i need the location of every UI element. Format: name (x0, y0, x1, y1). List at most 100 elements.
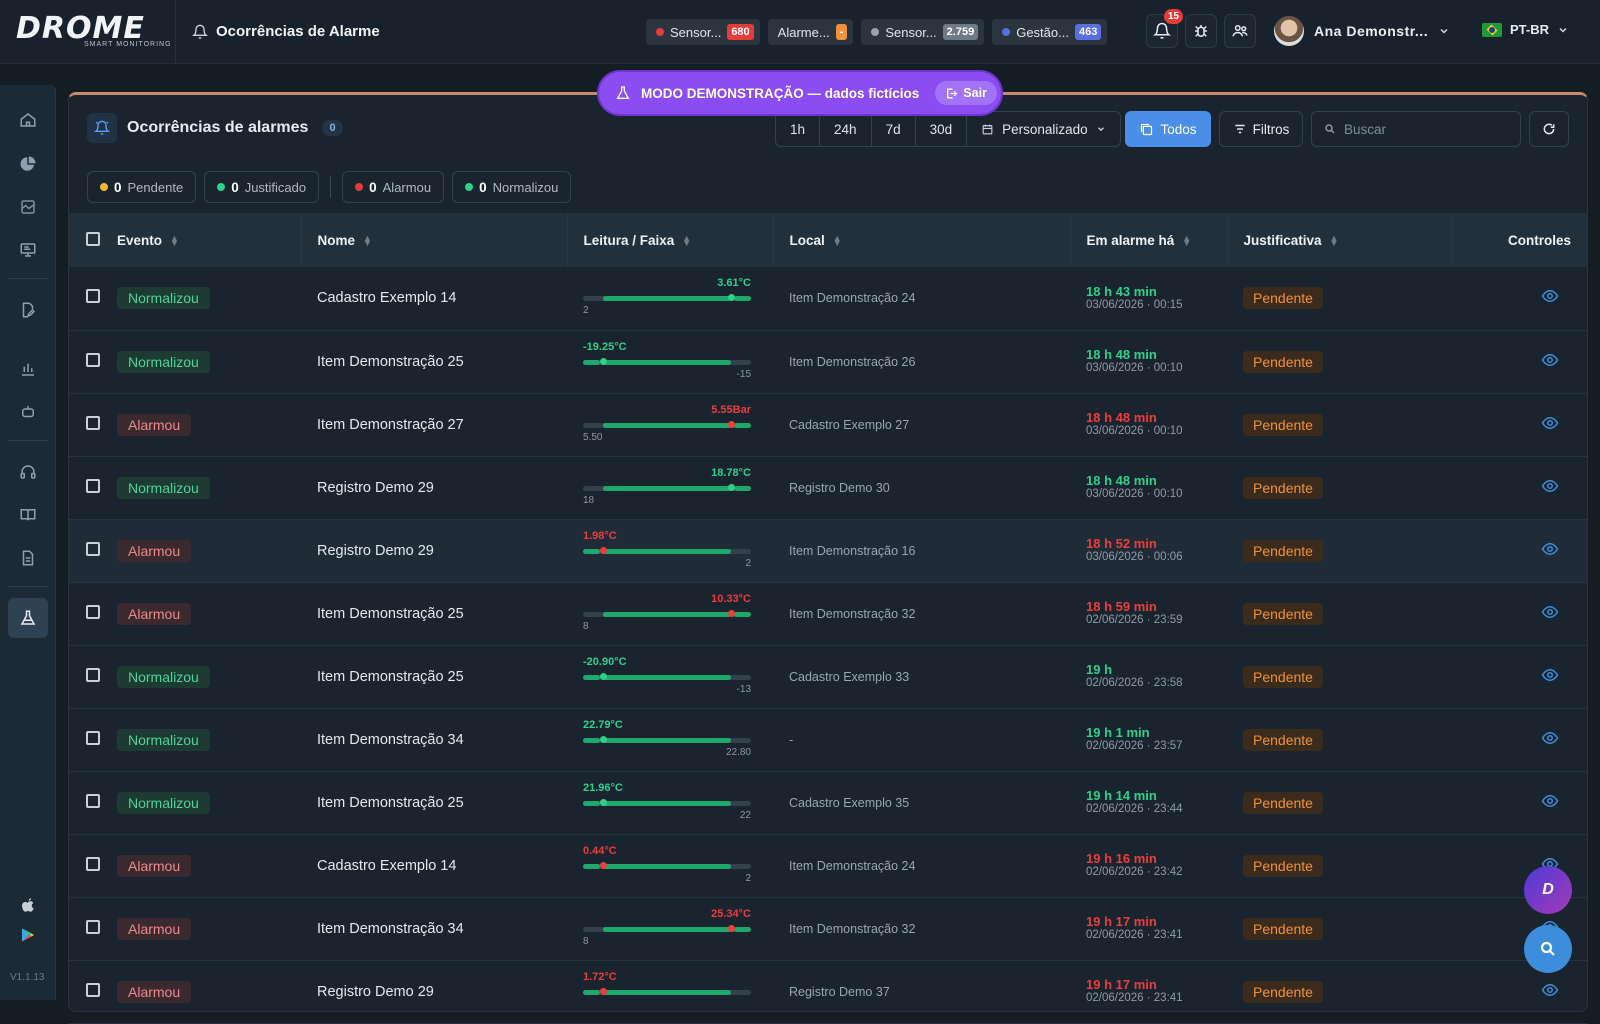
range-30d[interactable]: 30d (916, 112, 968, 146)
table-row[interactable]: Alarmou Item Demonstração 34 25.34°C 8 I… (69, 897, 1587, 960)
search-icon (1325, 124, 1335, 134)
col-duration[interactable]: Em alarme há ▲ ▼ (1070, 213, 1228, 267)
row-checkbox[interactable] (86, 289, 100, 304)
view-eye-icon[interactable] (1541, 287, 1559, 305)
range-custom[interactable]: Personalizado (967, 112, 1120, 146)
users-button[interactable] (1224, 14, 1256, 48)
col-location[interactable]: Local ▲ ▼ (773, 213, 1071, 267)
stat-pending[interactable]: 0 Pendente (87, 171, 197, 203)
table-row[interactable]: Normalizou Item Demonstração 25 -19.25°C… (69, 330, 1587, 393)
range-7d[interactable]: 7d (872, 112, 916, 146)
col-justification[interactable]: Justificativa ▲ ▼ (1227, 213, 1453, 267)
select-all-checkbox[interactable] (86, 231, 100, 246)
chip-sensor-total[interactable]: Sensor... 2.759 (861, 19, 985, 45)
justification-badge[interactable]: Pendente (1243, 980, 1323, 1003)
sidebar-item-support[interactable] (8, 452, 48, 492)
language-selector[interactable]: PT-BR (1482, 22, 1569, 37)
row-checkbox[interactable] (86, 415, 100, 430)
sidebar-item-map[interactable] (8, 187, 48, 227)
range-24h[interactable]: 24h (820, 112, 872, 146)
view-eye-icon[interactable] (1541, 540, 1559, 558)
justification-badge[interactable]: Pendente (1243, 728, 1323, 751)
bar-chart-icon (22, 363, 34, 376)
sidebar-item-dashboard[interactable] (8, 144, 48, 184)
stat-justified[interactable]: 0 Justificado (204, 171, 320, 203)
view-eye-icon[interactable] (1541, 414, 1559, 432)
justification-badge[interactable]: Pendente (1243, 413, 1323, 436)
table-row[interactable]: Alarmou Item Demonstração 25 10.33°C 8 I… (69, 582, 1587, 645)
row-checkbox[interactable] (86, 478, 100, 493)
chip-sensor-offline[interactable]: Sensor... 680 (646, 19, 760, 45)
alarm-occurrences-panel: Ocorrências de alarmes 0 1h 24h 7d 30d P… (68, 92, 1588, 1023)
col-event[interactable]: Evento ▲ ▼ (117, 213, 302, 267)
col-name[interactable]: Nome ▲ ▼ (301, 213, 568, 267)
justification-badge[interactable]: Pendente (1243, 539, 1323, 562)
table-row[interactable]: Alarmou Registro Demo 29 1.98°C 2 Item D… (69, 519, 1587, 582)
table-row[interactable]: Normalizou Registro Demo 29 18.78°C 18 R… (69, 456, 1587, 519)
notifications-button[interactable]: 15 (1146, 9, 1183, 48)
view-eye-icon[interactable] (1541, 981, 1559, 999)
sidebar-item-monitor[interactable] (8, 230, 48, 270)
table-row[interactable]: Normalizou Item Demonstração 34 22.79°C … (69, 708, 1587, 771)
sidebar-item-demo[interactable] (8, 598, 48, 638)
view-eye-icon[interactable] (1541, 477, 1559, 495)
refresh-button[interactable] (1529, 111, 1569, 147)
row-checkbox[interactable] (86, 352, 100, 367)
row-checkbox[interactable] (86, 730, 100, 745)
justification-badge[interactable]: Pendente (1243, 791, 1323, 814)
row-checkbox[interactable] (86, 919, 100, 934)
stat-dot (355, 183, 364, 191)
view-eye-icon[interactable] (1541, 351, 1559, 369)
col-reading[interactable]: Leitura / Faixa ▲ ▼ (567, 213, 774, 267)
stat-alarmed[interactable]: 0 Alarmou (342, 171, 445, 203)
table-row[interactable]: Alarmou Cadastro Exemplo 14 0.44°C 2 Ite… (69, 834, 1587, 897)
range-1h[interactable]: 1h (776, 112, 821, 146)
sidebar-item-android[interactable] (8, 915, 48, 955)
sidebar-item-edit[interactable] (8, 290, 48, 330)
sidebar-item-files[interactable] (8, 538, 48, 578)
table-row[interactable]: Normalizou Item Demonstração 25 21.96°C … (69, 771, 1587, 834)
justification-badge[interactable]: Pendente (1243, 350, 1323, 373)
row-checkbox[interactable] (86, 541, 100, 556)
stat-normalized[interactable]: 0 Normalizou (452, 171, 572, 203)
chip-label: Gestão... (1016, 24, 1069, 40)
sidebar-item-docs[interactable] (8, 495, 48, 535)
view-eye-icon[interactable] (1541, 792, 1559, 810)
justification-badge[interactable]: Pendente (1243, 665, 1323, 688)
bug-report-button[interactable] (1185, 14, 1217, 48)
sidebar-item-automation[interactable] (8, 392, 48, 432)
table-row[interactable]: Alarmou Registro Demo 29 1.72°C Registro… (69, 960, 1587, 1023)
justification-badge[interactable]: Pendente (1243, 287, 1323, 310)
view-eye-icon[interactable] (1541, 666, 1559, 684)
logo[interactable]: DROME SMART MONITORING (0, 0, 176, 64)
sidebar-item-reports[interactable] (8, 349, 48, 389)
justification-badge[interactable]: Pendente (1243, 854, 1323, 877)
user-menu[interactable]: Ana Demonstr... (1274, 16, 1450, 46)
filters-button[interactable]: Filtros (1219, 111, 1303, 147)
row-checkbox[interactable] (86, 982, 100, 997)
all-button[interactable]: Todos (1125, 111, 1211, 147)
justification-badge[interactable]: Pendente (1243, 476, 1323, 499)
view-eye-icon[interactable] (1541, 729, 1559, 747)
reading-cell: -19.25°C -15 (567, 330, 773, 393)
assistant-button[interactable]: D (1524, 866, 1572, 914)
reading-gauge: 0.44°C 2 (583, 843, 751, 889)
chip-gestao[interactable]: Gestão... 463 (992, 19, 1108, 45)
search-input[interactable] (1344, 121, 1504, 137)
justification-badge[interactable]: Pendente (1243, 917, 1323, 940)
table-row[interactable]: Normalizou Item Demonstração 25 -20.90°C… (69, 645, 1587, 708)
justification-badge[interactable]: Pendente (1243, 602, 1323, 625)
item-name: Item Demonstração 25 (317, 353, 464, 370)
table-row[interactable]: Normalizou Cadastro Exemplo 14 3.61°C 2 … (69, 267, 1587, 330)
panel-title: Ocorrências de alarmes 0 (87, 113, 343, 143)
sidebar-item-home[interactable] (8, 100, 48, 140)
row-checkbox[interactable] (86, 856, 100, 871)
row-checkbox[interactable] (86, 667, 100, 682)
row-checkbox[interactable] (86, 793, 100, 808)
exit-demo-button[interactable]: Sair (935, 81, 997, 105)
chip-alarm[interactable]: Alarme... - (767, 19, 854, 45)
row-checkbox[interactable] (86, 604, 100, 619)
view-eye-icon[interactable] (1541, 603, 1559, 621)
search-fab[interactable] (1524, 925, 1572, 973)
table-row[interactable]: Alarmou Item Demonstração 27 5.55Bar 5.5… (69, 393, 1587, 456)
